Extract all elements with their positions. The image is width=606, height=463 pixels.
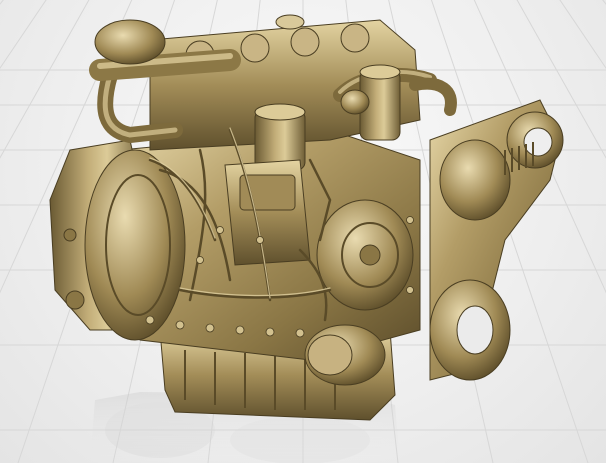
3d-viewport[interactable]: [0, 0, 606, 463]
engine-model[interactable]: [49, 14, 564, 421]
scene-canvas[interactable]: [0, 0, 606, 463]
